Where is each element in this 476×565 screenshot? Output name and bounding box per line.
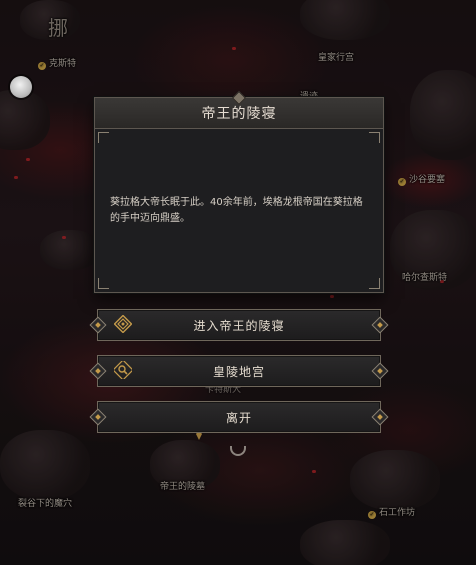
map-label-harchast[interactable]: 哈尔查斯特 xyxy=(402,270,447,283)
map-label-rift-cave[interactable]: 裂谷下的魔穴 xyxy=(18,496,72,509)
map-rock xyxy=(300,0,390,40)
map-ember xyxy=(312,470,316,473)
map-label-corner: 挪 xyxy=(48,16,68,40)
imperial-crypt-label: 皇陵地宫 xyxy=(212,364,265,379)
map-rock xyxy=(410,70,476,160)
map-ember xyxy=(232,47,236,50)
dialog-description: 葵拉格大帝长眠于此。40余年前，埃格龙根帝国在葵拉格的手中迈向鼎盛。 xyxy=(110,197,363,224)
map-rock xyxy=(150,440,220,490)
map-label-royal-palace[interactable]: 皇家行宫 xyxy=(318,50,354,63)
corner-ornament xyxy=(98,278,109,289)
map-rock xyxy=(300,520,390,565)
map-label-sand-fort[interactable]: ✓ 沙谷要塞 xyxy=(398,172,445,186)
enter-tomb-label: 进入帝王的陵寝 xyxy=(193,318,285,333)
map-ember xyxy=(440,280,444,283)
corner-ornament xyxy=(98,132,109,143)
map-ember xyxy=(330,295,334,298)
map-rock xyxy=(0,430,90,500)
search-icon xyxy=(114,361,132,379)
enter-tomb-button[interactable]: 进入帝王的陵寝 xyxy=(89,309,389,341)
map-rock xyxy=(0,90,50,150)
imperial-crypt-button[interactable]: 皇陵地宫 xyxy=(89,355,389,387)
map-label-kst[interactable]: ✓ 克斯特 xyxy=(38,56,76,70)
leave-button[interactable]: 离开 xyxy=(89,401,389,433)
map-ember xyxy=(26,158,30,161)
virtual-joystick[interactable] xyxy=(10,76,32,98)
corner-ornament xyxy=(369,278,380,289)
corner-ornament xyxy=(369,132,380,143)
map-rock xyxy=(350,450,440,510)
dialog-title: 帝王的陵寝 xyxy=(201,106,277,122)
map-label-stone-workshop[interactable]: ✓ 石工作坊 xyxy=(368,505,415,519)
map-rock xyxy=(20,0,80,40)
map-rock xyxy=(390,210,476,290)
map-ember xyxy=(14,176,18,179)
waypoint-icon xyxy=(230,446,246,456)
leave-label: 离开 xyxy=(225,410,252,425)
map-label-emperor-tomb[interactable]: 帝王的陵墓 xyxy=(160,479,205,492)
check-icon: ✓ xyxy=(398,178,406,186)
check-icon: ✓ xyxy=(38,62,46,70)
location-dialog: 帝王的陵寝 葵拉格大帝长眠于此。40余年前，埃格龙根帝国在葵拉格的手中迈向鼎盛。 xyxy=(94,90,384,293)
map-rock xyxy=(40,230,100,270)
check-icon: ✓ xyxy=(368,511,376,519)
gate-icon xyxy=(114,315,132,333)
map-ember xyxy=(62,236,66,239)
